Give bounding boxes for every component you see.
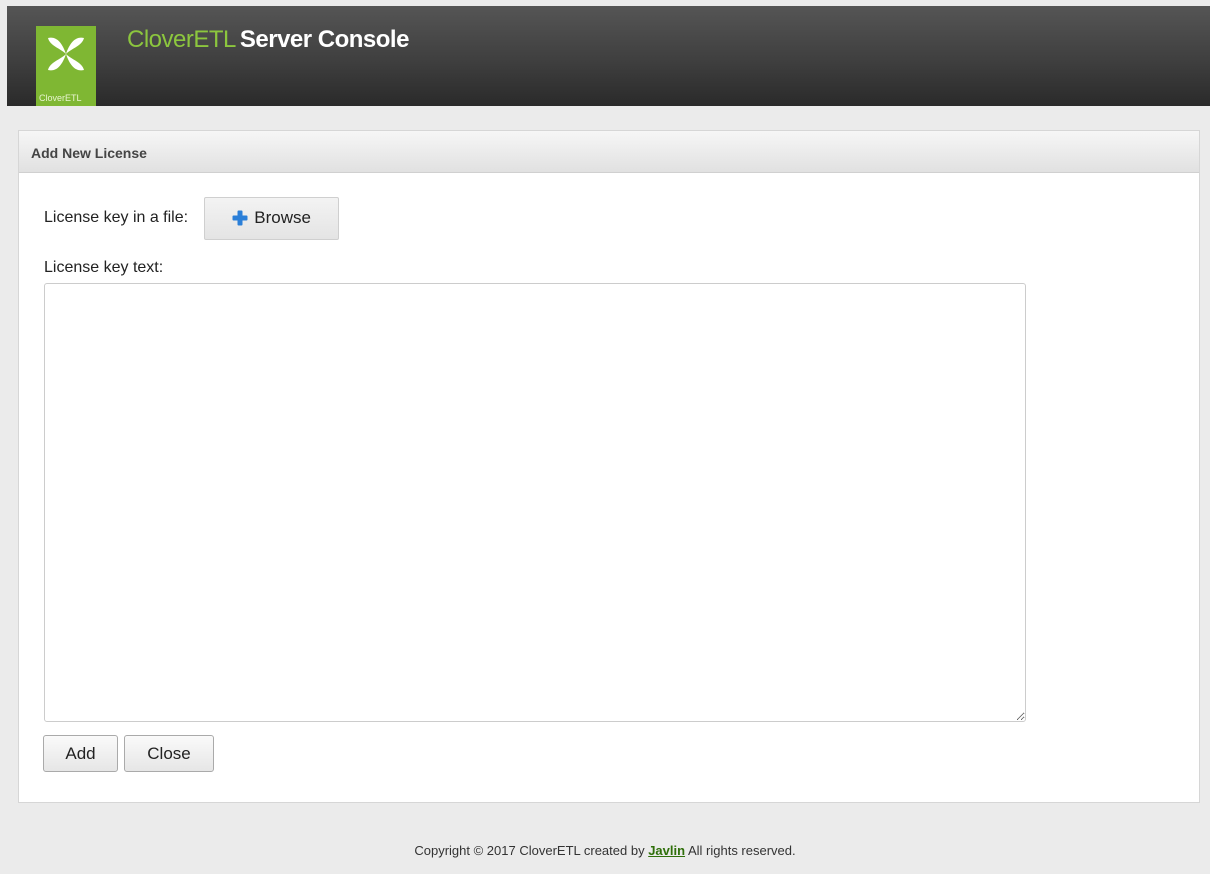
license-text-input[interactable]	[44, 283, 1026, 722]
clover-logo[interactable]: CloverETL	[36, 26, 96, 106]
app-title: CloverETL Server Console	[127, 26, 409, 54]
rights-text: All rights reserved.	[687, 843, 796, 858]
file-label: License key in a file:	[44, 209, 189, 226]
file-row: License key in a file: Browse	[44, 196, 340, 240]
footer: Copyright © 2017 CloverETL created by Ja…	[0, 843, 1210, 858]
browse-button[interactable]: Browse	[204, 196, 340, 240]
browse-label: Browse	[254, 208, 311, 227]
clover-logo-icon	[46, 34, 86, 71]
app-title-clover: CloverETL	[127, 26, 236, 53]
add-license-panel: Add New License License key in a file: B…	[18, 130, 1200, 803]
add-button[interactable]: Add	[43, 735, 118, 772]
panel-title: Add New License	[19, 131, 1199, 173]
app-header: CloverETL CloverETL Server Console	[7, 6, 1210, 106]
app-title-console: Server Console	[239, 26, 410, 53]
copyright-text: Copyright © 2017 CloverETL created by	[414, 843, 645, 858]
logo-caption: CloverETL	[39, 93, 82, 103]
javlin-link[interactable]: Javlin	[648, 843, 685, 858]
license-text-label: License key text:	[44, 259, 164, 276]
close-button[interactable]: Close	[124, 735, 214, 772]
plus-icon	[232, 210, 248, 226]
